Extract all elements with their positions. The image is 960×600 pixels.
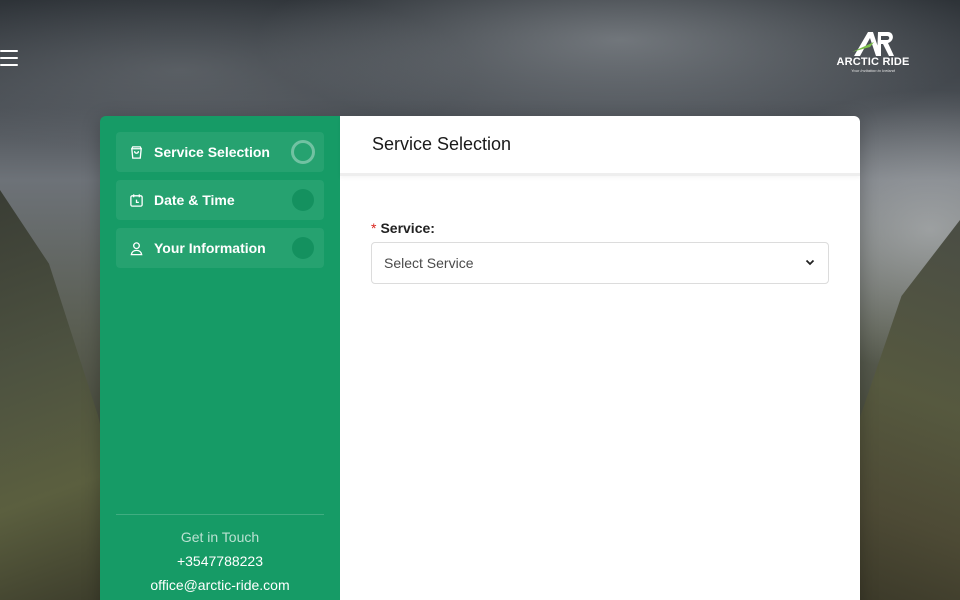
step-label: Your Information — [154, 240, 266, 256]
hamburger-line — [0, 57, 18, 59]
contact-title: Get in Touch — [180, 529, 260, 545]
step-content-panel: Service Selection * Service: Select Servi… — [340, 116, 860, 600]
logo-mark-icon — [852, 32, 894, 56]
contact-section: Get in Touch +3547788223 office@arctic-r… — [116, 514, 324, 600]
hamburger-line — [0, 50, 18, 52]
step-label: Date & Time — [154, 192, 235, 208]
chevron-down-icon — [804, 255, 816, 271]
brand-tagline: Your Invitation to Iceland — [851, 68, 895, 73]
service-select[interactable]: Select Service — [371, 242, 829, 284]
contact-email-link[interactable]: office@arctic-ride.com — [116, 577, 324, 593]
shopping-bag-icon — [128, 144, 144, 160]
user-icon — [128, 240, 144, 256]
contact-phone-link[interactable]: +3547788223 — [116, 553, 324, 569]
required-marker: * — [371, 220, 377, 236]
step-label: Service Selection — [154, 144, 270, 160]
step-your-information[interactable]: Your Information — [116, 228, 324, 268]
step-status-indicator — [292, 237, 314, 259]
step-status-indicator — [291, 140, 315, 164]
booking-steps-sidebar: Service Selection Date & Time Your Infor… — [100, 116, 340, 600]
hamburger-line — [0, 64, 18, 66]
brand-name: ARCTIC RIDE — [836, 56, 910, 68]
service-select-value: Select Service — [384, 255, 474, 271]
page-title: Service Selection — [372, 134, 512, 154]
hamburger-icon[interactable] — [0, 50, 20, 66]
booking-card: Service Selection Date & Time Your Infor… — [100, 116, 860, 600]
steps-list: Service Selection Date & Time Your Infor… — [100, 116, 340, 268]
step-service-selection[interactable]: Service Selection — [116, 132, 324, 172]
calendar-icon — [128, 192, 144, 208]
brand-logo[interactable]: ARCTIC RIDE Your Invitation to Iceland — [832, 30, 914, 80]
step-date-time[interactable]: Date & Time — [116, 180, 324, 220]
step-status-indicator — [292, 189, 314, 211]
panel-header: Service Selection — [340, 116, 860, 176]
service-form: * Service: Select Service — [340, 176, 860, 284]
service-field-label: * Service: — [371, 220, 829, 236]
service-label-text: Service: — [380, 220, 435, 236]
